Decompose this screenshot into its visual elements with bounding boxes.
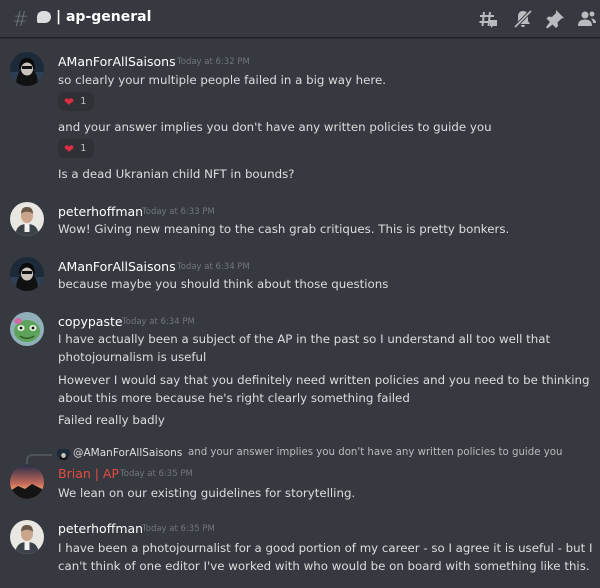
avatar[interactable] [10,202,44,236]
message-timestamp: Today at 6:35 PM [142,524,215,534]
channel-name: | ap-general [56,9,152,25]
message-text: We lean on our existing guidelines for s… [58,486,356,500]
message-author[interactable]: peterhoffman [58,521,143,536]
message-text: I have actually been a subject of the AP… [58,332,551,346]
reply-connector [26,454,52,464]
message-text: However I would say that you definitely … [58,373,590,387]
reply-preview-text[interactable]: and your answer implies you don't have a… [188,447,562,458]
chat-bubble-icon [37,11,51,23]
message-text: can't think of one editor I've worked wi… [58,559,590,573]
message-timestamp: Today at 6:34 PM [177,262,250,272]
reply-mention[interactable]: @AManForAllSaisons [73,447,182,459]
message-author[interactable]: AManForAllSaisons [58,259,176,274]
reaction-count: 1 [80,96,87,107]
heart-icon: ❤ [64,94,75,109]
message-timestamp: Today at 6:35 PM [120,469,193,479]
threads-icon[interactable] [478,9,498,29]
members-icon[interactable] [577,9,597,29]
avatar[interactable] [10,520,44,554]
message-text: and your answer implies you don't have a… [58,120,492,134]
avatar[interactable] [10,465,44,499]
avatar[interactable] [10,52,44,86]
channel-header: # | ap-general [0,0,600,38]
message-text: because maybe you should think about tho… [58,277,389,291]
hash-icon: # [12,7,29,31]
avatar[interactable] [10,312,44,346]
message-text: so clearly your multiple people failed i… [58,73,387,87]
message-text: Is a dead Ukranian child NFT in bounds? [58,167,295,181]
message-text: Wow! Giving new meaning to the cash grab… [58,222,510,236]
pin-icon[interactable] [545,9,565,29]
message-text: photojournalism is useful [58,350,207,364]
message-text: about this more because he's right clear… [58,391,410,405]
message-author[interactable]: AManForAllSaisons [58,54,176,69]
message-author[interactable]: peterhoffman [58,204,143,219]
reaction-heart[interactable]: ❤ 1 [58,139,94,158]
message-timestamp: Today at 6:33 PM [142,207,215,217]
avatar[interactable] [10,257,44,291]
message-author[interactable]: copypaste [58,314,123,329]
mute-bell-icon[interactable] [513,9,533,29]
reaction-heart[interactable]: ❤ 1 [58,92,94,111]
message-author[interactable]: Brian | AP [58,466,119,481]
reaction-count: 1 [80,143,87,154]
reply-avatar[interactable] [57,447,70,460]
message-text: Failed really badly [58,413,165,427]
message-text: I have been a photojournalist for a good… [58,541,593,555]
message-timestamp: Today at 6:34 PM [122,317,195,327]
message-timestamp: Today at 6:32 PM [177,57,250,67]
heart-icon: ❤ [64,141,75,156]
